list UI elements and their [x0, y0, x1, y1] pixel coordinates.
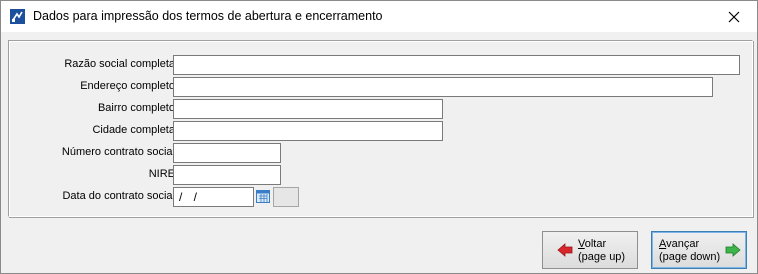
contrato-label: Número contrato social — [61, 146, 175, 158]
date-extra-box — [273, 187, 299, 207]
field-row-razao: Razão social completa — [9, 55, 749, 75]
window-title: Dados para impressão dos termos de abert… — [33, 9, 383, 23]
data-label: Data do contrato social — [62, 190, 175, 202]
nire-label: NIRE — [148, 168, 175, 180]
data-contrato-input[interactable]: / / — [173, 187, 254, 207]
bairro-input[interactable] — [173, 99, 443, 119]
app-icon — [10, 9, 25, 24]
close-icon — [728, 11, 740, 22]
next-button[interactable]: Avançar (page down) — [651, 231, 747, 269]
nire-input[interactable] — [173, 165, 281, 185]
back-button[interactable]: Voltar (page up) — [542, 231, 638, 269]
cidade-label: Cidade completa — [92, 124, 175, 136]
close-button[interactable] — [711, 1, 757, 32]
form-panel: Razão social completa Endereço completo … — [8, 40, 753, 217]
field-row-contrato: Número contrato social — [9, 143, 749, 163]
dialog-window: Dados para impressão dos termos de abert… — [0, 0, 758, 274]
field-row-endereco: Endereço completo — [9, 77, 749, 97]
field-row-cidade: Cidade completa — [9, 121, 749, 141]
field-row-bairro: Bairro completo — [9, 99, 749, 119]
endereco-label: Endereço completo — [80, 80, 175, 92]
back-button-label: Voltar (page up) — [578, 238, 626, 263]
next-button-label: Avançar (page down) — [659, 238, 721, 263]
endereco-input[interactable] — [173, 77, 713, 97]
razao-input[interactable] — [173, 55, 740, 75]
field-row-nire: NIRE — [9, 165, 749, 185]
calendar-icon[interactable] — [256, 189, 270, 203]
field-row-data: Data do contrato social / / — [9, 187, 749, 207]
arrow-left-icon — [557, 243, 573, 257]
bairro-label: Bairro completo — [97, 102, 175, 114]
arrow-right-icon — [725, 243, 741, 257]
contrato-input[interactable] — [173, 143, 281, 163]
razao-label: Razão social completa — [64, 58, 175, 70]
cidade-input[interactable] — [173, 121, 443, 141]
title-bar: Dados para impressão dos termos de abert… — [1, 1, 757, 32]
